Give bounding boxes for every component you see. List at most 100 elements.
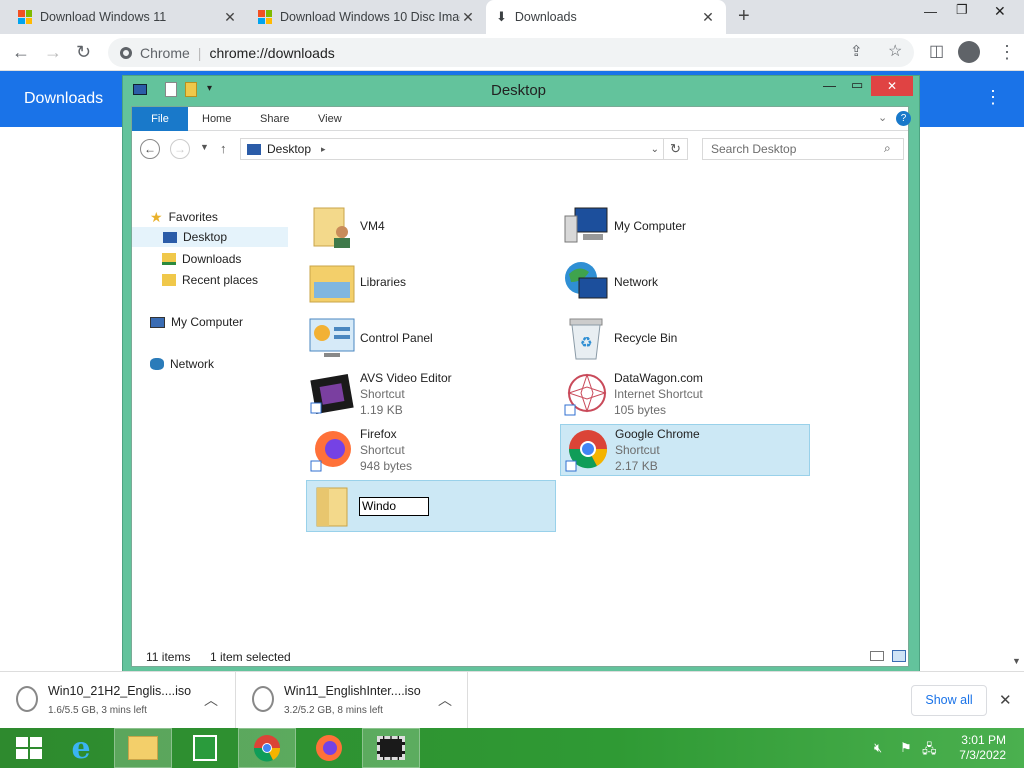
item-avs-video-editor[interactable]: AVS Video Editor Shortcut 1.19 KB [306, 368, 556, 420]
chrome-icon [561, 424, 613, 476]
tab-download-windows-11[interactable]: Download Windows 11 ✕ [8, 0, 248, 34]
taskbar-store[interactable] [176, 728, 234, 768]
tab-downloads[interactable]: ⬇ Downloads ✕ [486, 0, 726, 34]
downloads-menu-icon[interactable]: ⋮ [984, 87, 1002, 108]
control-panel-icon [306, 312, 358, 364]
item-datawagon[interactable]: DataWagon.com Internet Shortcut 105 byte… [560, 368, 810, 420]
omnibox[interactable]: Chrome | chrome://downloads ⇪ ☆ [108, 38, 914, 67]
taskbar-firefox[interactable] [300, 728, 358, 768]
chevron-up-icon[interactable]: ︿ [438, 690, 452, 710]
start-button[interactable] [0, 728, 58, 768]
close-window-button[interactable]: ✕ [994, 3, 1006, 20]
taskbar-avs-video-editor[interactable] [362, 728, 420, 768]
explorer-close-button[interactable]: ✕ [871, 76, 913, 96]
properties-icon[interactable] [165, 82, 177, 97]
refresh-button[interactable]: ↻ [664, 138, 688, 160]
desktop-icon [163, 231, 177, 243]
details-view-icon[interactable] [870, 651, 884, 661]
new-tab-button[interactable]: + [738, 5, 750, 28]
breadcrumb-chevron-icon[interactable]: ▸ [321, 144, 326, 155]
volume-muted-icon[interactable]: 🔇︎ [874, 740, 882, 756]
file-icon [16, 686, 38, 712]
store-icon [193, 735, 217, 761]
menu-kebab-icon[interactable]: ⋮ [998, 42, 1016, 62]
download-item[interactable]: Win10_21H2_Englis....iso 1.6/5.5 GB, 3 m… [0, 672, 236, 728]
desktop-icon [247, 143, 261, 155]
profile-avatar[interactable] [958, 41, 980, 63]
taskbar-ie[interactable]: e [52, 728, 110, 768]
ribbon-expand-icon[interactable]: ⌄ [878, 111, 887, 124]
close-tab-icon[interactable]: ✕ [460, 9, 476, 26]
explorer-titlebar: ▾ Desktop — ▭ ✕ [123, 76, 919, 106]
chevron-up-icon[interactable]: ︿ [204, 690, 218, 710]
tab-download-windows-10[interactable]: Download Windows 10 Disc Image ✕ [248, 0, 486, 34]
tab-share[interactable]: Share [260, 107, 289, 131]
file-icon [252, 686, 274, 712]
desktop-icon [133, 84, 147, 95]
nav-desktop[interactable]: Desktop [132, 227, 288, 247]
up-icon[interactable]: ↑ [220, 141, 227, 156]
tab-view[interactable]: View [318, 107, 342, 131]
item-control-panel[interactable]: Control Panel [306, 312, 556, 364]
search-input[interactable]: Search Desktop [702, 138, 904, 160]
item-recycle-bin[interactable]: ♻ Recycle Bin [560, 312, 810, 364]
nav-favorites[interactable]: ★ Favorites [144, 207, 218, 227]
explorer-minimize-button[interactable]: — [823, 78, 836, 93]
download-item[interactable]: Win11_EnglishInter....iso 3.2/5.2 GB, 8 … [236, 672, 468, 728]
help-icon[interactable]: ? [896, 111, 911, 126]
forward-icon[interactable]: → [170, 139, 190, 159]
restore-button[interactable]: ❐ [956, 2, 968, 18]
item-libraries[interactable]: Libraries [306, 256, 556, 308]
side-panel-icon[interactable]: ◫ [929, 42, 944, 62]
close-tab-icon[interactable]: ✕ [222, 9, 238, 26]
rename-input[interactable] [359, 496, 429, 516]
item-vm4[interactable]: VM4 [306, 200, 556, 252]
back-icon[interactable]: ← [140, 139, 160, 159]
item-google-chrome[interactable]: Google Chrome Shortcut 2.17 KB [560, 424, 810, 476]
item-network[interactable]: Network [560, 256, 810, 308]
network-tray-icon[interactable]: 🖧︎ [922, 740, 937, 762]
nav-recent-places[interactable]: Recent places [156, 270, 258, 290]
close-shelf-icon[interactable]: ✕ [999, 691, 1012, 709]
bookmark-star-icon[interactable]: ☆ [888, 42, 902, 62]
close-tab-icon[interactable]: ✕ [700, 9, 716, 26]
share-icon[interactable]: ⇪ [850, 42, 863, 62]
forward-icon[interactable]: → [44, 42, 62, 62]
browser-toolbar: ← → ↻ Chrome | chrome://downloads ⇪ ☆ ◫ … [0, 34, 1024, 71]
recent-dropdown-icon[interactable]: ▼ [200, 142, 209, 152]
item-my-computer[interactable]: My Computer [560, 200, 810, 252]
item-new-folder-renaming[interactable] [306, 480, 556, 532]
computer-icon [150, 316, 165, 328]
nav-network[interactable]: Network [144, 354, 214, 374]
explorer-maximize-button[interactable]: ▭ [851, 77, 863, 93]
new-folder-icon[interactable] [185, 82, 197, 97]
quick-access-dropdown-icon[interactable]: ▾ [207, 83, 212, 94]
large-icons-view-icon[interactable] [892, 650, 906, 662]
taskbar-file-explorer[interactable] [114, 728, 172, 768]
windows-logo-icon [16, 737, 42, 759]
microsoft-logo-icon [18, 10, 32, 24]
nav-downloads[interactable]: Downloads [156, 249, 241, 269]
datawagon-icon [560, 368, 612, 420]
computer-icon [560, 200, 612, 252]
folder-icon [307, 480, 359, 532]
address-dropdown-icon[interactable]: ⌄ [651, 144, 659, 155]
search-icon: ⌕ [884, 141, 891, 155]
action-center-icon[interactable]: ⚑ [900, 740, 912, 756]
selection-count: 1 item selected [210, 650, 291, 664]
minimize-button[interactable]: — [924, 4, 937, 19]
address-bar[interactable]: Desktop ▸ ⌄ [240, 138, 664, 160]
show-all-button[interactable]: Show all [911, 685, 987, 716]
taskbar-clock[interactable]: 3:01 PM 7/3/2022 [959, 733, 1006, 763]
taskbar: e 🔇︎ ⚑ 🖧︎ 3:01 PM 7/3/2022 [0, 728, 1024, 768]
reload-icon[interactable]: ↻ [76, 42, 91, 62]
back-icon[interactable]: ← [12, 42, 30, 62]
firefox-icon [306, 424, 358, 476]
taskbar-chrome[interactable] [238, 728, 296, 768]
item-count: 11 items [146, 650, 191, 664]
nav-my-computer[interactable]: My Computer [144, 312, 243, 332]
scroll-down-arrow[interactable]: ▼ [1012, 656, 1021, 666]
item-firefox[interactable]: Firefox Shortcut 948 bytes [306, 424, 556, 476]
tab-file[interactable]: File [132, 107, 188, 131]
tab-home[interactable]: Home [202, 107, 231, 131]
